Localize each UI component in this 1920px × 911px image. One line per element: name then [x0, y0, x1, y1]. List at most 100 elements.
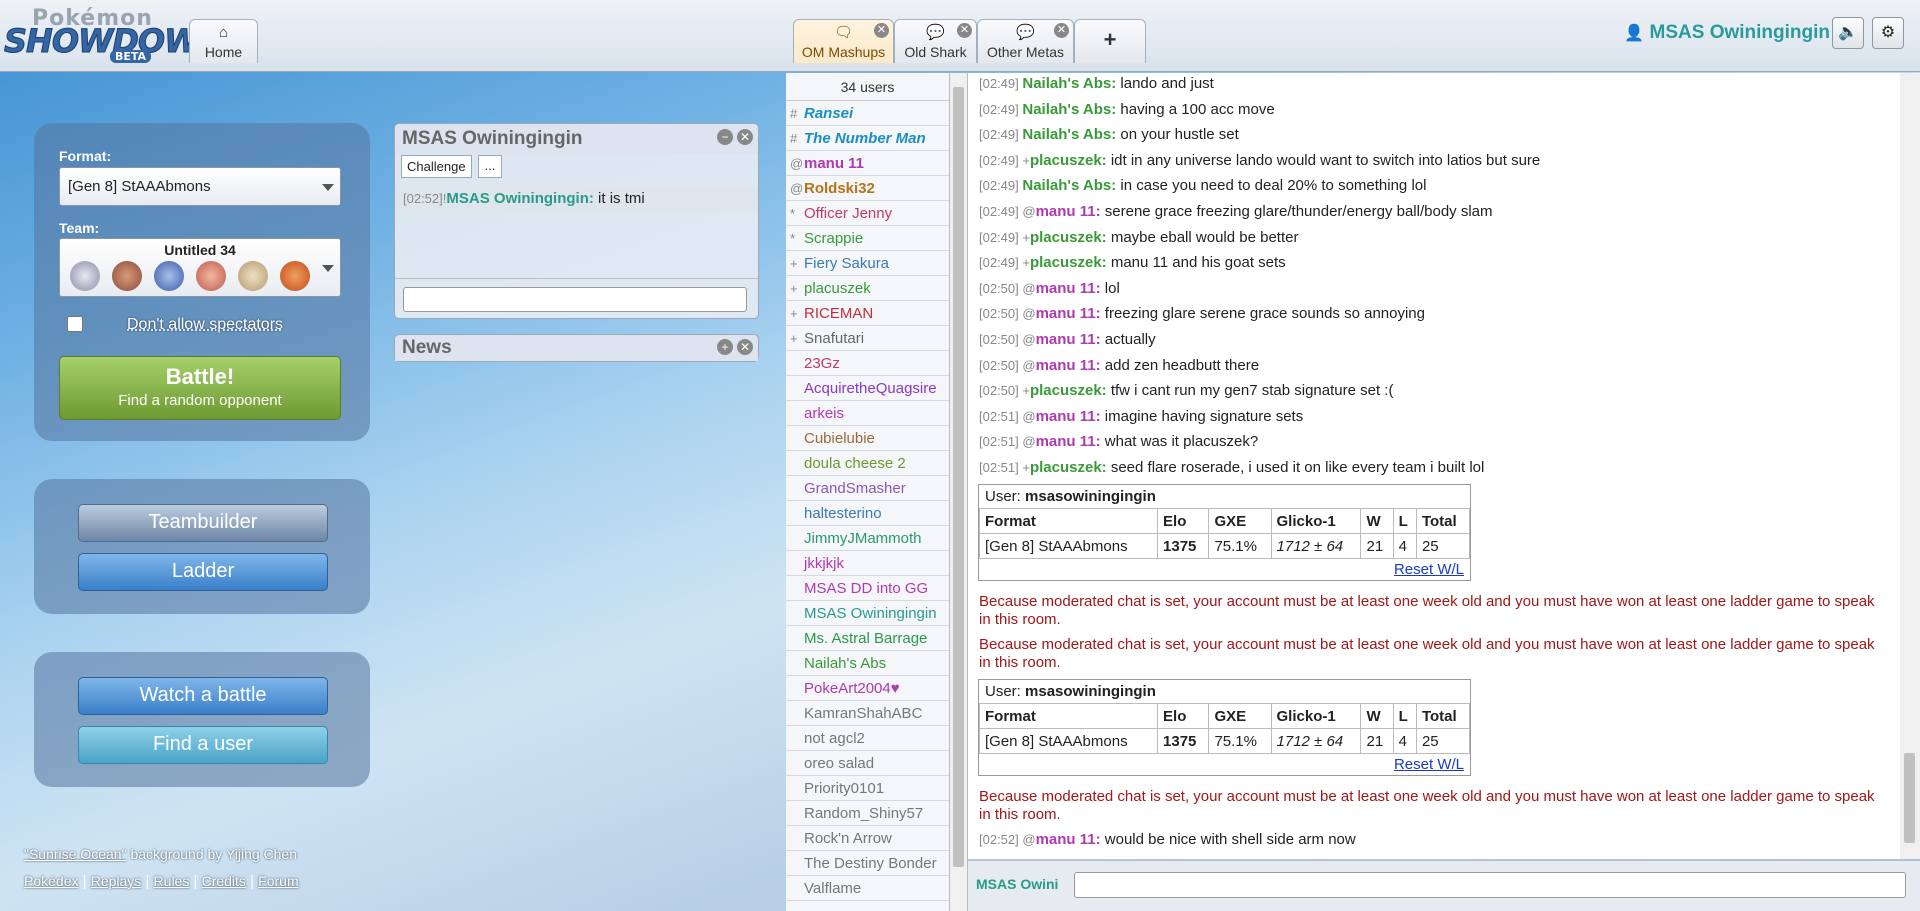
tab-om-mashups[interactable]: 🗨 OM Mashups ✕	[793, 19, 894, 63]
footer-link-replays[interactable]: Replays	[91, 873, 142, 889]
chat-username[interactable]: manu 11:	[1036, 305, 1101, 322]
footer-link-rules[interactable]: Rules	[154, 873, 190, 889]
sound-button[interactable]: 🔈	[1832, 17, 1864, 49]
reset-wl-link[interactable]: Reset W/L	[1394, 756, 1464, 773]
footer-link-forum[interactable]: Forum	[258, 873, 298, 889]
user-list-scrollbar[interactable]	[950, 73, 968, 911]
scrollbar-thumb[interactable]	[953, 87, 964, 867]
background-credit-link[interactable]: "Sunrise Ocean"	[24, 846, 127, 862]
settings-button[interactable]: ⚙	[1872, 17, 1904, 49]
tab-old-shark[interactable]: 💬 Old Shark ✕	[894, 19, 977, 63]
user-list-item[interactable]: Random_Shiny57	[786, 801, 949, 826]
close-icon[interactable]: ✕	[737, 339, 753, 355]
user-list-item[interactable]: Priority0101	[786, 776, 949, 801]
chat-username[interactable]: Nailah's Abs:	[1022, 177, 1116, 194]
pm-title[interactable]: MSAS Owiningingin	[395, 124, 758, 154]
close-icon[interactable]: ✕	[1054, 23, 1069, 38]
chat-username[interactable]: Nailah's Abs:	[1022, 126, 1116, 143]
user-list-item[interactable]: # The Number Man	[786, 126, 949, 151]
table-cell: 1375	[1157, 728, 1210, 754]
user-list-item[interactable]: 23Gz	[786, 351, 949, 376]
user-list-item[interactable]: JimmyJMammoth	[786, 526, 949, 551]
new-tab-button[interactable]: +	[1074, 19, 1146, 63]
user-list-item[interactable]: haltesterino	[786, 501, 949, 526]
user-list-item[interactable]: KamranShahABC	[786, 701, 949, 726]
format-select[interactable]: [Gen 8] StAAAbmons	[59, 167, 341, 206]
footer-link-credits[interactable]: Credits	[202, 873, 246, 889]
minimize-icon[interactable]: −	[717, 129, 733, 145]
user-list-item[interactable]: arkeis	[786, 401, 949, 426]
chat-username[interactable]: manu 11:	[1036, 433, 1101, 450]
footer-link-pokedex[interactable]: Pokédex	[24, 873, 78, 889]
chat-username[interactable]: manu 11:	[1036, 831, 1101, 848]
user-list-item[interactable]: + Snafutari	[786, 326, 949, 351]
chat-scrollbar[interactable]	[1900, 73, 1920, 859]
user-list-item[interactable]: Ms. Astral Barrage	[786, 626, 949, 651]
pm-sender[interactable]: MSAS Owiningingin:	[446, 190, 593, 207]
chat-username[interactable]: placuszek:	[1030, 382, 1107, 399]
user-list-item[interactable]: oreo salad	[786, 751, 949, 776]
find-user-button[interactable]: Find a user	[78, 726, 328, 764]
user-list-item[interactable]: Rock'n Arrow	[786, 826, 949, 851]
chat-username[interactable]: placuszek:	[1030, 254, 1107, 271]
chat-username[interactable]: manu 11:	[1036, 331, 1101, 348]
expand-icon[interactable]: +	[717, 339, 733, 355]
chat-username[interactable]: Nailah's Abs:	[1022, 75, 1116, 92]
chat-username[interactable]: placuszek:	[1030, 459, 1107, 476]
user-button[interactable]: 👤 MSAS Owiningingin	[1624, 22, 1830, 44]
user-list-item[interactable]: GrandSmasher	[786, 476, 949, 501]
team-select[interactable]: Untitled 34	[59, 238, 341, 297]
spectators-checkbox[interactable]	[67, 316, 83, 332]
chat-username[interactable]: manu 11:	[1036, 357, 1101, 374]
user-list-item[interactable]: Valflame	[786, 876, 949, 901]
chat-input[interactable]	[1074, 872, 1906, 898]
scrollbar-thumb[interactable]	[1904, 753, 1915, 843]
chat-username[interactable]: placuszek:	[1030, 152, 1107, 169]
user-list-item[interactable]: + Fiery Sakura	[786, 251, 949, 276]
chat-username[interactable]: manu 11:	[1036, 203, 1101, 220]
chat-username[interactable]: placuszek:	[1030, 229, 1107, 246]
user-list-item[interactable]: MSAS DD into GG	[786, 576, 949, 601]
user-list-item[interactable]: * Scrappie	[786, 226, 949, 251]
chat-username[interactable]: manu 11:	[1036, 408, 1101, 425]
user-list-item[interactable]: Nailah's Abs	[786, 651, 949, 676]
watch-battle-button[interactable]: Watch a battle	[78, 677, 328, 715]
challenge-button[interactable]: Challenge	[401, 155, 472, 178]
showdown-logo[interactable]: Pokémon SHOWDOWN BETA	[3, 6, 226, 63]
tab-home[interactable]: ⌂ Home	[189, 19, 258, 63]
user-list-item[interactable]: + RICEMAN	[786, 301, 949, 326]
user-list-item[interactable]: * Officer Jenny	[786, 201, 949, 226]
chat-username[interactable]: Nailah's Abs:	[1022, 101, 1116, 118]
pm-input[interactable]	[403, 287, 747, 312]
user-list-item[interactable]: not agcl2	[786, 726, 949, 751]
chat-username[interactable]: manu 11:	[1036, 280, 1101, 297]
user-list-item[interactable]: + placuszek	[786, 276, 949, 301]
ladder-button[interactable]: Ladder	[78, 553, 328, 591]
close-icon[interactable]: ✕	[957, 23, 972, 38]
user-list-item[interactable]: @Roldski32	[786, 176, 949, 201]
chat-input-username[interactable]: MSAS Owini	[976, 876, 1058, 892]
timestamp: [02:49]	[979, 255, 1023, 271]
user-list-item[interactable]: jkkjkjk	[786, 551, 949, 576]
user-list-item[interactable]: # Ransei	[786, 101, 949, 126]
user-list-item[interactable]: doula cheese 2	[786, 451, 949, 476]
user-name: The Destiny Bonder	[804, 855, 937, 872]
tab-other-metas[interactable]: 💬 Other Metas ✕	[977, 19, 1074, 63]
user-list-item[interactable]: Cubielubie	[786, 426, 949, 451]
news-title[interactable]: News	[395, 335, 758, 361]
user-list-item[interactable]: The Destiny Bonder	[786, 851, 949, 876]
battle-button[interactable]: Battle! Find a random opponent	[59, 356, 341, 420]
user-list-item[interactable]: MSAS Owiningingin	[786, 601, 949, 626]
chat-message: [02:50] @manu 11: freezing glare serene …	[979, 305, 1425, 322]
close-icon[interactable]: ✕	[874, 23, 889, 38]
chat-text: imagine having signature sets	[1100, 407, 1304, 425]
user-list-item[interactable]: AcquiretheQuagsire	[786, 376, 949, 401]
reset-wl-link[interactable]: Reset W/L	[1394, 561, 1464, 578]
timestamp: [02:49]	[979, 76, 1023, 91]
more-button[interactable]: ...	[478, 155, 502, 178]
logo-beta-text: BETA	[110, 50, 152, 63]
user-list-item[interactable]: PokeArt2004♥	[786, 676, 949, 701]
close-icon[interactable]: ✕	[737, 129, 753, 145]
teambuilder-button[interactable]: Teambuilder	[78, 504, 328, 542]
user-list-item[interactable]: @manu 11	[786, 151, 949, 176]
